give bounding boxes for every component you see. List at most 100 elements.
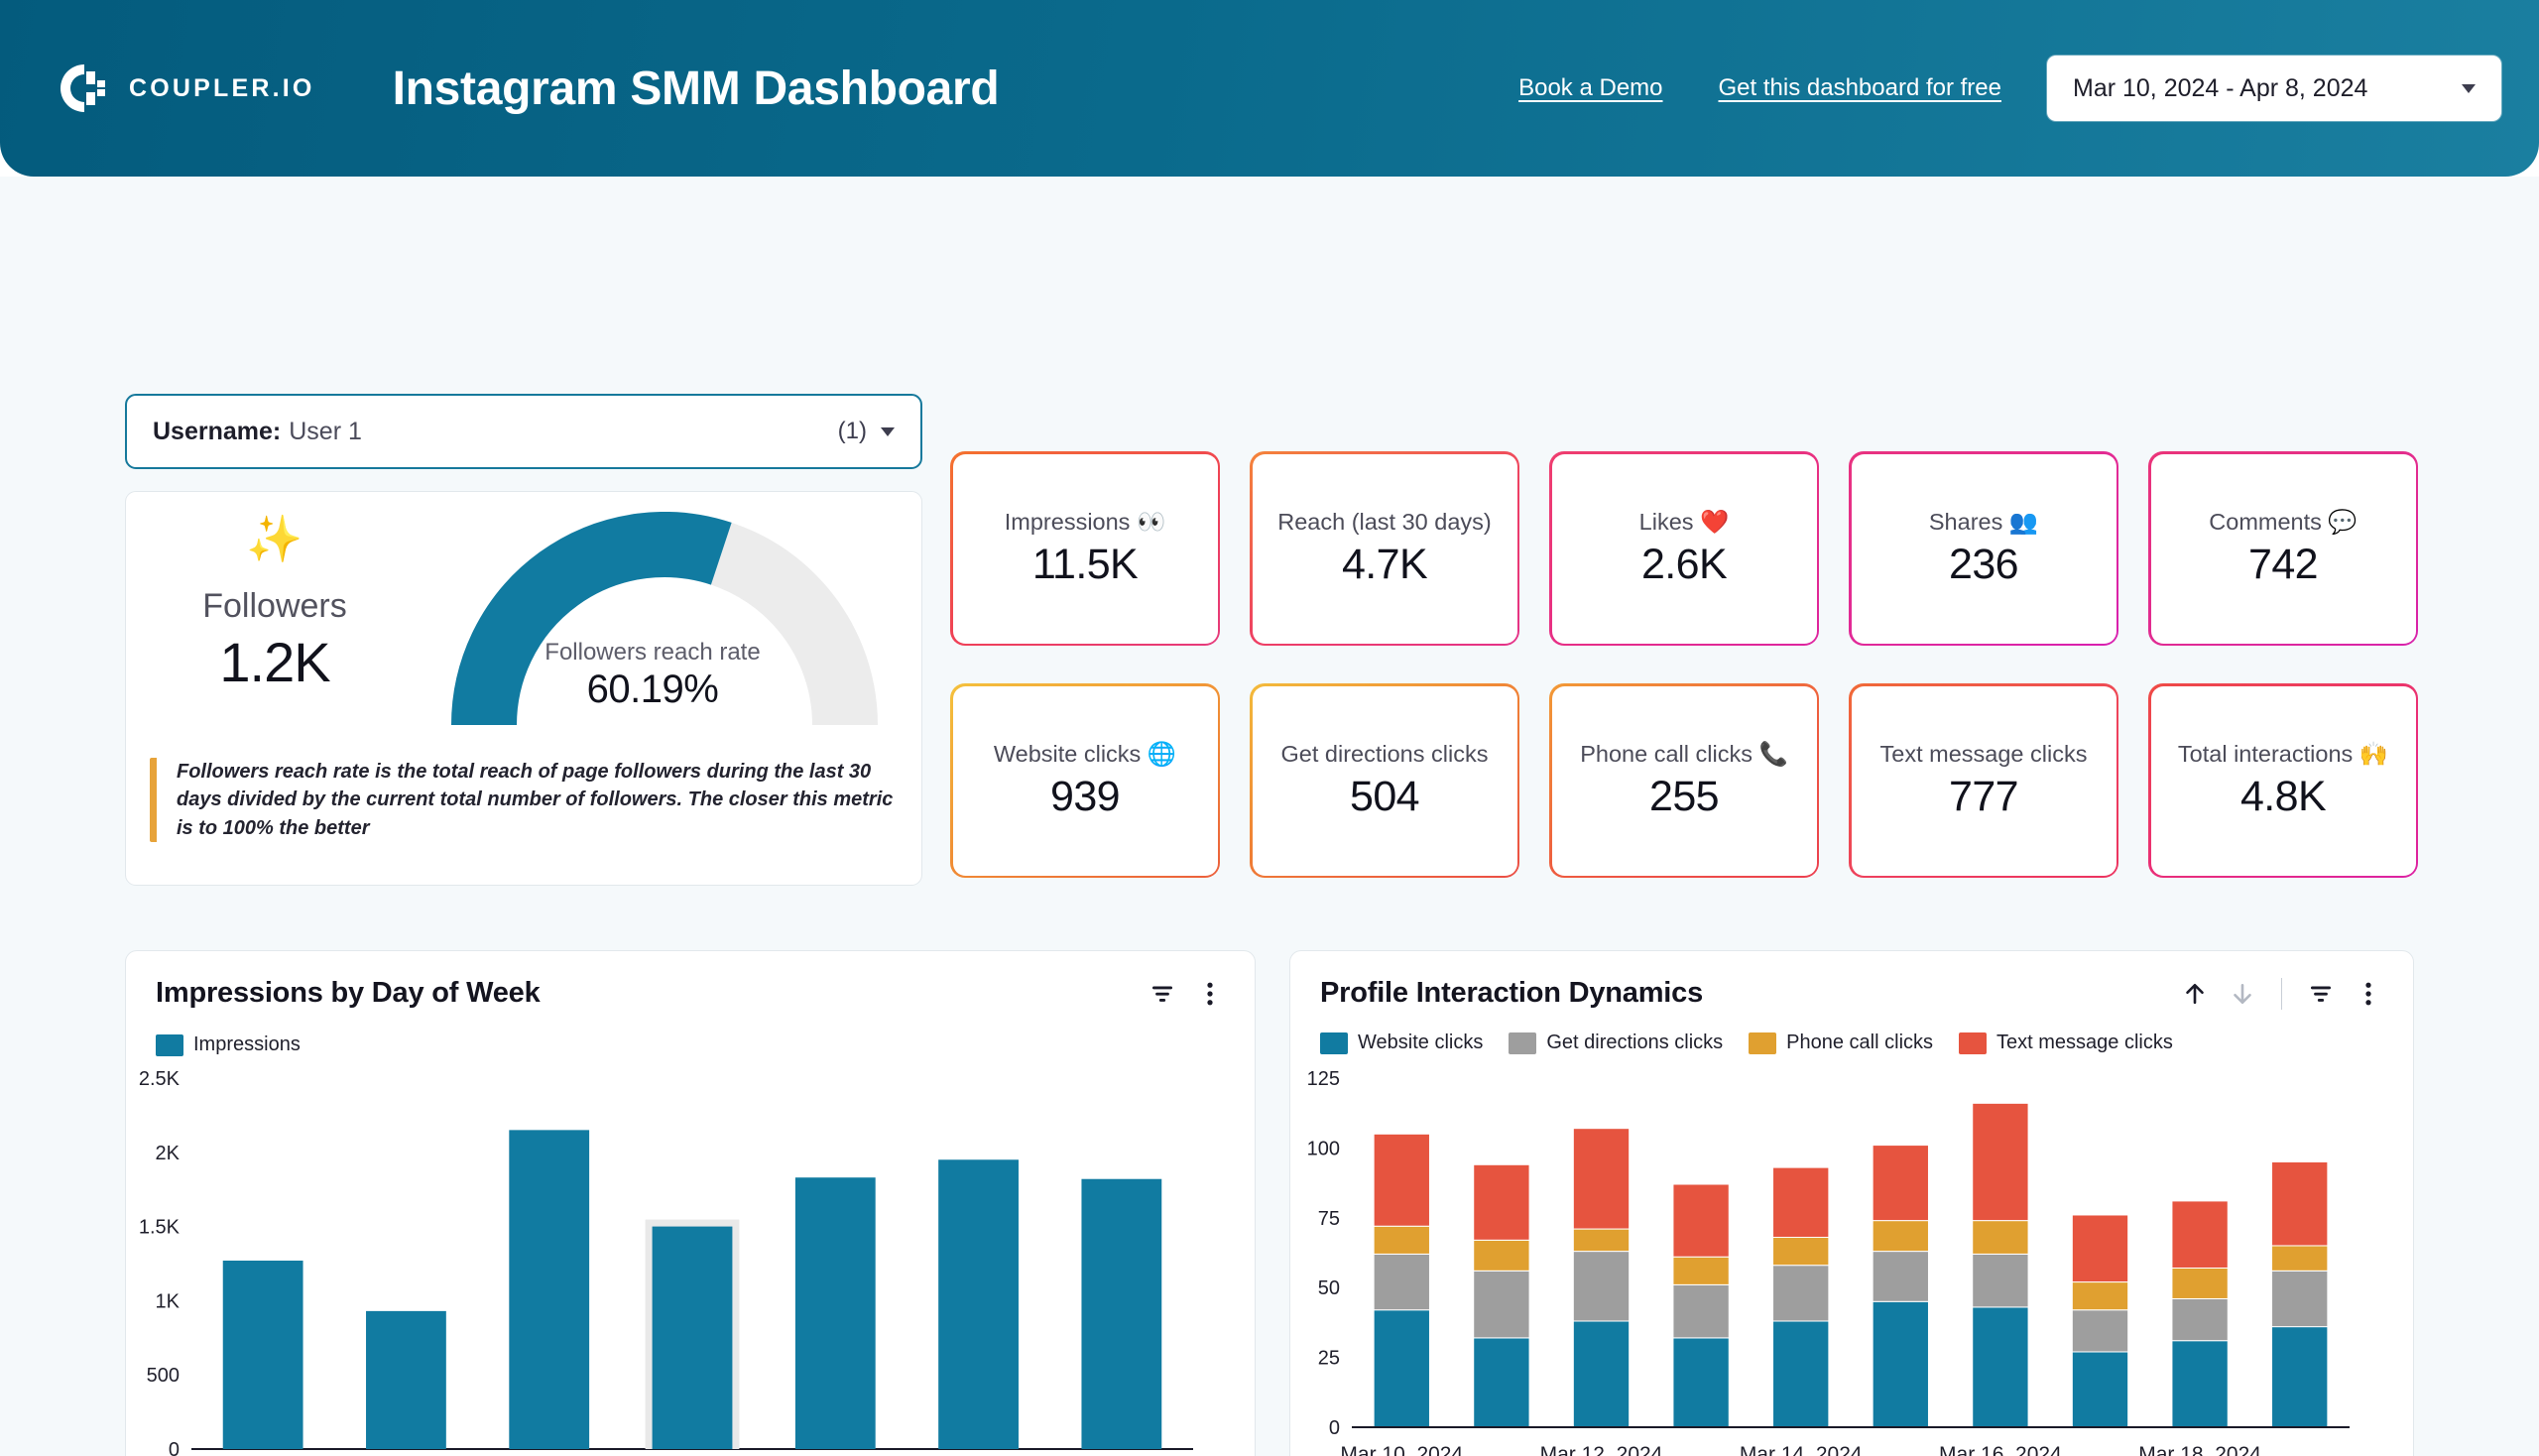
y-axis-tick-label: 2.5K bbox=[139, 1068, 181, 1090]
stacked-bar-segment[interactable] bbox=[1972, 1102, 2029, 1222]
stacked-bar-segment[interactable] bbox=[1572, 1251, 1631, 1322]
y-axis-tick-label: 75 bbox=[1318, 1208, 1340, 1230]
stacked-bar-segment[interactable] bbox=[1972, 1306, 2029, 1428]
bar[interactable] bbox=[938, 1159, 1019, 1449]
username-filter[interactable]: Username: User 1 (1) bbox=[125, 394, 922, 469]
chevron-down-icon bbox=[2462, 83, 2476, 93]
username-filter-value: User 1 bbox=[289, 417, 362, 445]
y-axis-tick-label: 0 bbox=[1329, 1417, 1340, 1439]
book-a-demo-link[interactable]: Book a Demo bbox=[1518, 74, 1662, 102]
stacked-bar-segment[interactable] bbox=[1872, 1251, 1929, 1302]
stacked-bar-segment[interactable] bbox=[2071, 1309, 2129, 1353]
interaction-chart-title: Profile Interaction Dynamics bbox=[1320, 977, 1704, 1009]
legend-item[interactable]: Phone call clicks bbox=[1749, 1031, 1933, 1054]
stacked-bar-segment[interactable] bbox=[1672, 1337, 1730, 1428]
bar[interactable] bbox=[366, 1310, 446, 1449]
bar[interactable] bbox=[652, 1226, 733, 1449]
header-actions: Book a Demo Get this dashboard for free … bbox=[1518, 56, 2501, 121]
kpi-card[interactable]: Get directions clicks 504 bbox=[1250, 683, 1519, 878]
stacked-bar-segment[interactable] bbox=[1373, 1309, 1430, 1428]
stacked-bar-segment[interactable] bbox=[2271, 1245, 2329, 1272]
arrow-up-icon[interactable] bbox=[2180, 979, 2210, 1009]
stacked-bar-segment[interactable] bbox=[1972, 1220, 2029, 1255]
stacked-bar-segment[interactable] bbox=[2271, 1270, 2329, 1328]
get-dashboard-free-link[interactable]: Get this dashboard for free bbox=[1719, 74, 2002, 102]
kpi-value: 2.6K bbox=[1640, 540, 1728, 588]
stacked-bar-segment[interactable] bbox=[1972, 1253, 2029, 1308]
date-range-value: Mar 10, 2024 - Apr 8, 2024 bbox=[2073, 73, 2368, 102]
stacked-bar-segment[interactable] bbox=[2071, 1214, 2129, 1283]
stacked-bar-segment[interactable] bbox=[2271, 1160, 2329, 1247]
stacked-bar-segment[interactable] bbox=[1772, 1265, 1830, 1322]
stacked-bar-segment[interactable] bbox=[1672, 1183, 1730, 1258]
followers-summary: ✨ Followers 1.2K bbox=[126, 492, 423, 758]
bar[interactable] bbox=[509, 1130, 590, 1449]
gauge-value: 60.19% bbox=[586, 667, 719, 711]
stacked-bar-segment[interactable] bbox=[1672, 1256, 1730, 1285]
legend-label: Website clicks bbox=[1358, 1031, 1484, 1053]
legend-item[interactable]: Impressions bbox=[156, 1033, 301, 1056]
legend-item[interactable]: Get directions clicks bbox=[1509, 1031, 1723, 1054]
kpi-card[interactable]: Total interactions 🙌 4.8K bbox=[2148, 683, 2418, 878]
kpi-card[interactable]: Likes ❤️ 2.6K bbox=[1549, 451, 1819, 646]
stacked-bar-segment[interactable] bbox=[1473, 1239, 1530, 1272]
kpi-card[interactable]: Reach (last 30 days) 4.7K bbox=[1250, 451, 1519, 646]
stacked-bar-segment[interactable] bbox=[1772, 1320, 1830, 1428]
y-axis-tick-label: 2K bbox=[156, 1143, 181, 1164]
stacked-bar-segment[interactable] bbox=[1772, 1237, 1830, 1267]
stacked-bar-segment[interactable] bbox=[1473, 1270, 1530, 1339]
kpi-card[interactable]: Shares 👥 236 bbox=[1849, 451, 2118, 646]
stacked-bar-segment[interactable] bbox=[1572, 1320, 1631, 1428]
legend-item[interactable]: Text message clicks bbox=[1959, 1031, 2173, 1054]
filter-icon[interactable] bbox=[1148, 979, 1177, 1009]
x-axis-date-label: Mar 10, 2024 bbox=[1340, 1443, 1463, 1456]
legend-label: Impressions bbox=[193, 1033, 301, 1055]
stacked-bar-segment[interactable] bbox=[1672, 1283, 1730, 1339]
bar[interactable] bbox=[222, 1261, 303, 1449]
kpi-card[interactable]: Phone call clicks 📞 255 bbox=[1549, 683, 1819, 878]
date-range-picker[interactable]: Mar 10, 2024 - Apr 8, 2024 bbox=[2047, 56, 2501, 121]
filter-icon[interactable] bbox=[2306, 979, 2336, 1009]
stacked-bar-segment[interactable] bbox=[1373, 1133, 1430, 1227]
y-axis-tick-label: 50 bbox=[1318, 1277, 1340, 1299]
kpi-label: Get directions clicks bbox=[1280, 741, 1489, 768]
kpi-card[interactable]: Text message clicks 777 bbox=[1849, 683, 2118, 878]
stacked-bar-segment[interactable] bbox=[1473, 1163, 1530, 1241]
arrow-down-icon[interactable] bbox=[2228, 979, 2257, 1009]
stacked-bar-segment[interactable] bbox=[1473, 1337, 1530, 1428]
metric-note: Followers reach rate is the total reach … bbox=[150, 758, 896, 843]
x-axis-date-label: Mar 14, 2024 bbox=[1740, 1443, 1863, 1456]
brand-logo: COUPLER.IO bbox=[58, 61, 315, 115]
stacked-bar-segment[interactable] bbox=[2071, 1281, 2129, 1311]
stacked-bar-segment[interactable] bbox=[1572, 1228, 1631, 1253]
kpi-card-inner: Get directions clicks 504 bbox=[1252, 685, 1517, 876]
legend-swatch bbox=[1959, 1031, 1988, 1054]
kpi-card[interactable]: Website clicks 🌐 939 bbox=[950, 683, 1220, 878]
kpi-card[interactable]: Comments 💬 742 bbox=[2148, 451, 2418, 646]
stacked-bar-segment[interactable] bbox=[2071, 1351, 2129, 1428]
kpi-value: 504 bbox=[1350, 772, 1420, 820]
legend-swatch bbox=[1749, 1031, 1777, 1054]
followers-label: Followers bbox=[202, 587, 347, 625]
stacked-bar-segment[interactable] bbox=[2171, 1200, 2229, 1269]
stacked-bar-segment[interactable] bbox=[1872, 1220, 1929, 1253]
stacked-bar-segment[interactable] bbox=[1872, 1300, 1929, 1428]
kpi-card-inner: Text message clicks 777 bbox=[1851, 685, 2116, 876]
stacked-bar-segment[interactable] bbox=[2171, 1297, 2229, 1342]
bar[interactable] bbox=[1081, 1178, 1162, 1449]
stacked-bar-segment[interactable] bbox=[1872, 1145, 1929, 1222]
stacked-bar-segment[interactable] bbox=[2171, 1340, 2229, 1428]
impressions-chart-title: Impressions by Day of Week bbox=[156, 977, 541, 1009]
more-vertical-icon[interactable] bbox=[1195, 979, 1225, 1009]
more-vertical-icon[interactable] bbox=[2354, 979, 2383, 1009]
bar[interactable] bbox=[794, 1177, 876, 1449]
stacked-bar-segment[interactable] bbox=[1572, 1128, 1631, 1230]
impressions-chart-legend: Impressions bbox=[156, 1033, 1255, 1056]
stacked-bar-segment[interactable] bbox=[1772, 1166, 1830, 1239]
legend-item[interactable]: Website clicks bbox=[1320, 1031, 1483, 1054]
stacked-bar-segment[interactable] bbox=[1373, 1253, 1430, 1311]
stacked-bar-segment[interactable] bbox=[2271, 1326, 2329, 1428]
stacked-bar-segment[interactable] bbox=[2171, 1267, 2229, 1299]
stacked-bar-segment[interactable] bbox=[1373, 1225, 1430, 1255]
kpi-card[interactable]: Impressions 👀 11.5K bbox=[950, 451, 1220, 646]
